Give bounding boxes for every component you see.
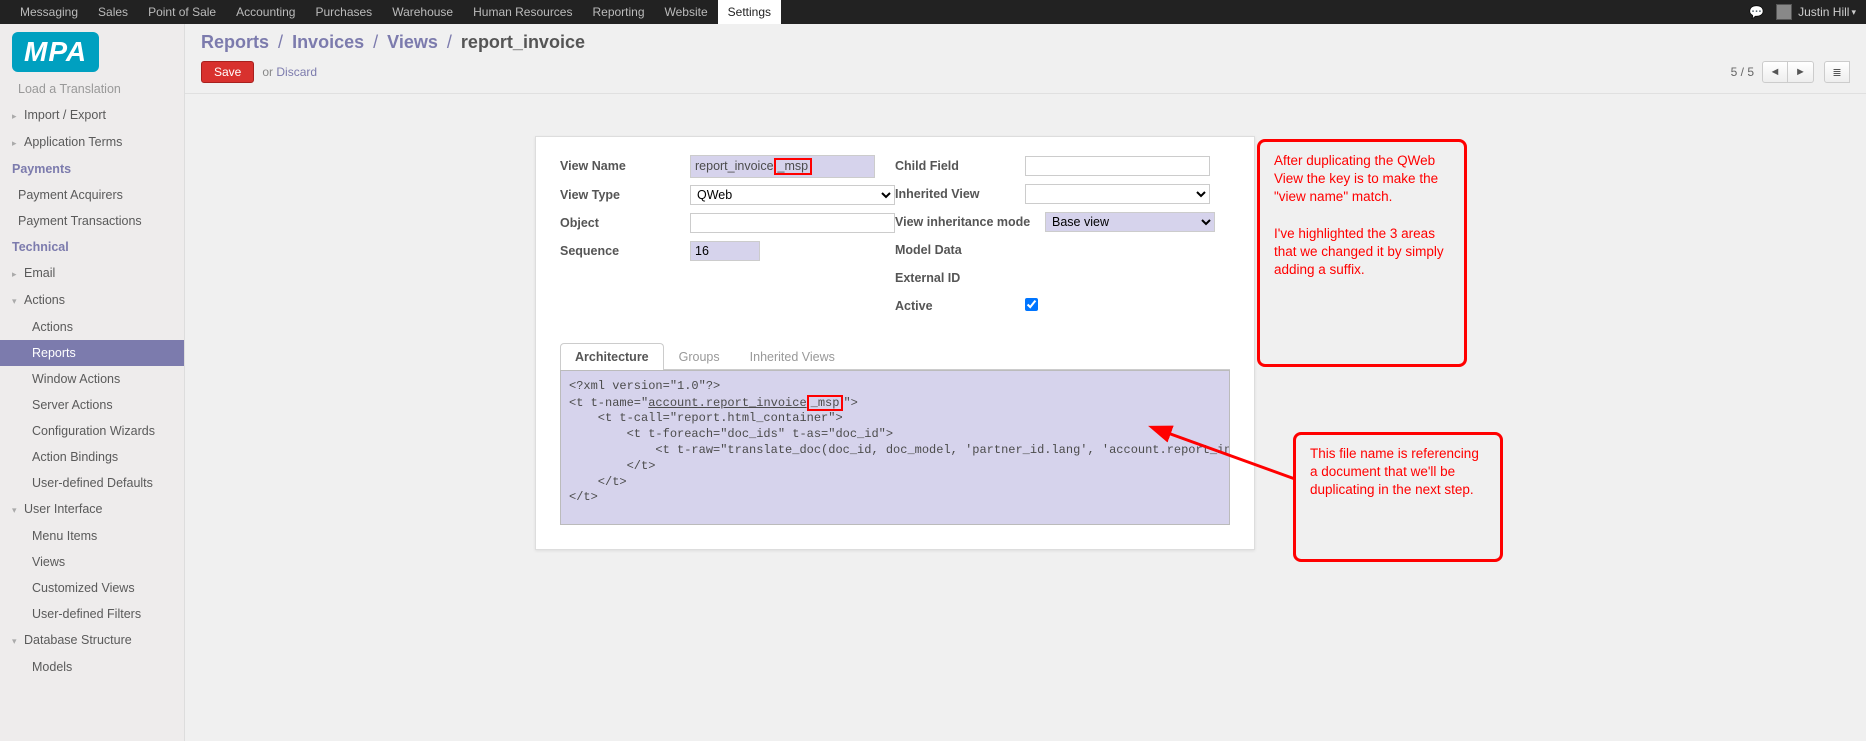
breadcrumb: Reports / Invoices / Views / report_invo… — [185, 24, 1866, 55]
sidebar-action-bindings[interactable]: Action Bindings — [0, 444, 184, 470]
sidebar-technical[interactable]: Technical — [0, 234, 184, 260]
breadcrumb-invoices[interactable]: Invoices — [292, 32, 364, 52]
main-content: Reports / Invoices / Views / report_invo… — [185, 24, 1866, 741]
label-object: Object — [560, 216, 690, 230]
sidebar-views[interactable]: Views — [0, 549, 184, 575]
menu-reporting[interactable]: Reporting — [582, 0, 654, 24]
label-external-id: External ID — [895, 271, 1025, 285]
object-input[interactable] — [690, 213, 895, 233]
menu-sales[interactable]: Sales — [88, 0, 138, 24]
sidebar-menu-items[interactable]: Menu Items — [0, 523, 184, 549]
sidebar-actions[interactable]: Actions — [0, 314, 184, 340]
sidebar-reports[interactable]: Reports — [0, 340, 184, 366]
menu-purchases[interactable]: Purchases — [305, 0, 382, 24]
user-menu[interactable]: Justin Hill ▾ — [1776, 4, 1856, 20]
sidebar-email[interactable]: ▸Email — [0, 260, 184, 287]
highlight-tname-suffix: _msp — [807, 395, 844, 411]
pager-text: 5 / 5 — [1731, 65, 1754, 79]
toolbar: Save or Discard 5 / 5 ◄ ► ≣ — [185, 55, 1866, 94]
pager-next[interactable]: ► — [1788, 61, 1814, 83]
tab-architecture[interactable]: Architecture — [560, 343, 664, 370]
child-field-input[interactable] — [1025, 156, 1210, 176]
architecture-code[interactable]: <?xml version="1.0"?> <t t-name="account… — [560, 370, 1230, 525]
sidebar-payment-transactions[interactable]: Payment Transactions — [0, 208, 184, 234]
user-name: Justin Hill — [1798, 5, 1849, 19]
pager-prev[interactable]: ◄ — [1762, 61, 1788, 83]
tabs: Architecture Groups Inherited Views — [560, 343, 1230, 370]
pager: 5 / 5 ◄ ► ≣ — [1731, 61, 1850, 83]
tab-inherited-views[interactable]: Inherited Views — [735, 343, 850, 370]
menu-settings[interactable]: Settings — [718, 0, 781, 24]
label-inherit-mode: View inheritance mode — [895, 215, 1045, 229]
sidebar-actions[interactable]: ▾Actions — [0, 287, 184, 314]
sidebar-import-export[interactable]: ▸Import / Export — [0, 102, 184, 129]
sidebar-user-interface[interactable]: ▾User Interface — [0, 496, 184, 523]
sequence-input[interactable] — [690, 241, 760, 261]
callout-1: After duplicating the QWeb View the key … — [1257, 139, 1467, 367]
sidebar-window-actions[interactable]: Window Actions — [0, 366, 184, 392]
inherit-mode-select[interactable]: Base view — [1045, 212, 1215, 232]
view-type-select[interactable]: QWeb — [690, 185, 895, 205]
label-model-data: Model Data — [895, 243, 1025, 257]
sidebar-models[interactable]: Models — [0, 654, 184, 680]
label-sequence: Sequence — [560, 244, 690, 258]
label-active: Active — [895, 299, 1025, 313]
sidebar-user-defined-defaults[interactable]: User-defined Defaults — [0, 470, 184, 496]
breadcrumb-reports[interactable]: Reports — [201, 32, 269, 52]
sidebar-customized-views[interactable]: Customized Views — [0, 575, 184, 601]
label-view-type: View Type — [560, 188, 690, 202]
discard-link[interactable]: Discard — [276, 65, 317, 79]
breadcrumb-views[interactable]: Views — [387, 32, 438, 52]
label-view-name: View Name — [560, 159, 690, 173]
breadcrumb-current: report_invoice — [461, 32, 585, 52]
menu-website[interactable]: Website — [655, 0, 718, 24]
active-checkbox[interactable] — [1025, 298, 1038, 311]
messaging-icon[interactable]: 💬 — [1749, 5, 1764, 19]
inherited-view-select[interactable] — [1025, 184, 1210, 204]
label-child-field: Child Field — [895, 159, 1025, 173]
sidebar: MPA Load a Translation▸Import / Export▸A… — [0, 24, 185, 741]
view-list-icon[interactable]: ≣ — [1824, 61, 1850, 83]
logo[interactable]: MPA — [0, 24, 184, 76]
callout-2: This file name is referencing a document… — [1293, 432, 1503, 562]
sidebar-payment-acquirers[interactable]: Payment Acquirers — [0, 182, 184, 208]
save-button[interactable]: Save — [201, 61, 254, 83]
top-menu: MessagingSalesPoint of SaleAccountingPur… — [0, 0, 1866, 24]
sidebar-database-structure[interactable]: ▾Database Structure — [0, 627, 184, 654]
sidebar-payments[interactable]: Payments — [0, 156, 184, 182]
highlight-view-name-suffix: _msp — [774, 158, 813, 175]
menu-human-resources[interactable]: Human Resources — [463, 0, 582, 24]
form-sheet: View Name report_invoice_msp View Type Q… — [535, 136, 1255, 550]
menu-point-of-sale[interactable]: Point of Sale — [138, 0, 226, 24]
chevron-down-icon: ▾ — [1851, 7, 1856, 18]
sidebar-load-a-translation[interactable]: Load a Translation — [0, 76, 184, 102]
sidebar-configuration-wizards[interactable]: Configuration Wizards — [0, 418, 184, 444]
avatar — [1776, 4, 1792, 20]
sidebar-user-defined-filters[interactable]: User-defined Filters — [0, 601, 184, 627]
sidebar-server-actions[interactable]: Server Actions — [0, 392, 184, 418]
menu-messaging[interactable]: Messaging — [10, 0, 88, 24]
menu-accounting[interactable]: Accounting — [226, 0, 305, 24]
sidebar-application-terms[interactable]: ▸Application Terms — [0, 129, 184, 156]
tab-groups[interactable]: Groups — [664, 343, 735, 370]
menu-warehouse[interactable]: Warehouse — [382, 0, 463, 24]
label-inherited-view: Inherited View — [895, 187, 1025, 201]
view-name-input[interactable]: report_invoice_msp — [690, 155, 875, 178]
